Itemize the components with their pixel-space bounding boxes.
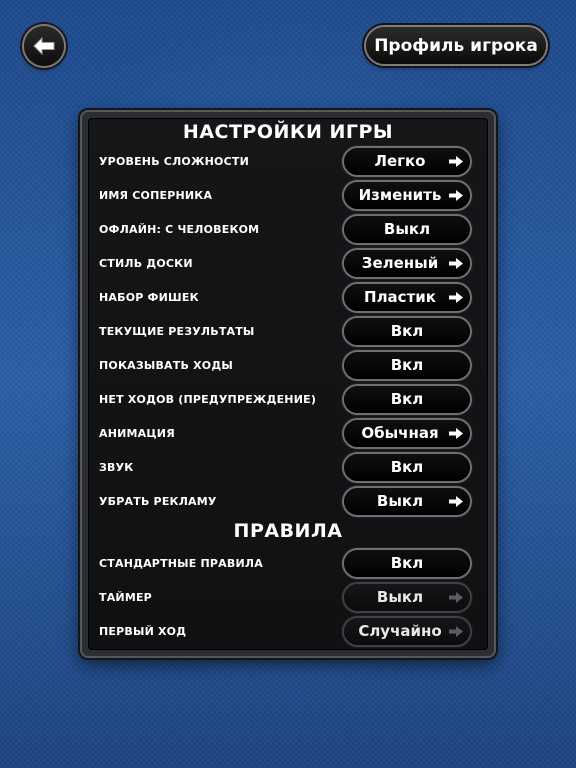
setting-row-board-style: СТИЛЬ ДОСКИ Зеленый	[88, 250, 488, 278]
rule-label: ПЕРВЫЙ ХОД	[99, 625, 187, 638]
arrow-right-icon	[449, 428, 463, 439]
no-moves-warning-toggle[interactable]: Вкл	[344, 386, 470, 413]
setting-label: ПОКАЗЫВАТЬ ХОДЫ	[99, 359, 233, 372]
rule-row-standard: СТАНДАРТНЫЕ ПРАВИЛА Вкл	[88, 550, 488, 578]
setting-value: Вкл	[390, 322, 424, 340]
setting-value: Вкл	[390, 390, 424, 408]
rule-row-timer: ТАЙМЕР Выкл	[88, 584, 488, 612]
rule-row-first-move: ПЕРВЫЙ ХОД Случайно	[88, 618, 488, 646]
setting-value: Выкл	[383, 220, 431, 238]
setting-label: ЗВУК	[99, 461, 134, 474]
opponent-name-button[interactable]: Изменить	[344, 182, 470, 209]
setting-row-piece-set: НАБОР ФИШЕК Пластик	[88, 284, 488, 312]
difficulty-button[interactable]: Легко	[344, 148, 470, 175]
setting-label: АНИМАЦИЯ	[99, 427, 175, 440]
setting-value: Зеленый	[361, 254, 439, 272]
arrow-right-icon	[449, 156, 463, 167]
arrow-right-icon	[449, 258, 463, 269]
setting-value: Изменить	[358, 186, 442, 204]
setting-row-animation: АНИМАЦИЯ Обычная	[88, 420, 488, 448]
setting-row-sound: ЗВУК Вкл	[88, 454, 488, 482]
setting-label: НЕТ ХОДОВ (ПРЕДУПРЕЖДЕНИЕ)	[99, 393, 317, 406]
timer-button[interactable]: Выкл	[344, 584, 470, 611]
setting-row-offline-human: ОФЛАЙН: С ЧЕЛОВЕКОМ Выкл	[88, 216, 488, 244]
rules-title: ПРАВИЛА	[233, 520, 343, 542]
setting-row-opponent-name: ИМЯ СОПЕРНИКА Изменить	[88, 182, 488, 210]
setting-row-no-moves-warning: НЕТ ХОДОВ (ПРЕДУПРЕЖДЕНИЕ) Вкл	[88, 386, 488, 414]
arrow-right-icon	[449, 626, 463, 637]
setting-label: НАБОР ФИШЕК	[99, 291, 199, 304]
arrow-right-icon	[449, 592, 463, 603]
setting-label: ТЕКУЩИЕ РЕЗУЛЬТАТЫ	[99, 325, 255, 338]
first-move-button[interactable]: Случайно	[344, 618, 470, 645]
setting-label: СТИЛЬ ДОСКИ	[99, 257, 193, 270]
setting-row-current-score: ТЕКУЩИЕ РЕЗУЛЬТАТЫ Вкл	[88, 318, 488, 346]
setting-value: Обычная	[361, 424, 439, 442]
setting-value: Легко	[374, 152, 426, 170]
setting-label: ИМЯ СОПЕРНИКА	[99, 189, 213, 202]
rule-value: Выкл	[376, 588, 424, 606]
settings-title: НАСТРОЙКИ ИГРЫ	[182, 121, 394, 143]
arrow-right-icon	[449, 190, 463, 201]
setting-row-remove-ads: УБРАТЬ РЕКЛАМУ Выкл	[88, 488, 488, 516]
rule-label: СТАНДАРТНЫЕ ПРАВИЛА	[99, 557, 263, 570]
standard-rules-toggle[interactable]: Вкл	[344, 550, 470, 577]
setting-row-difficulty: УРОВЕНЬ СЛОЖНОСТИ Легко	[88, 148, 488, 176]
arrow-right-icon	[449, 496, 463, 507]
board-style-button[interactable]: Зеленый	[344, 250, 470, 277]
rule-value: Вкл	[390, 554, 424, 572]
rule-label: ТАЙМЕР	[99, 591, 152, 604]
piece-set-button[interactable]: Пластик	[344, 284, 470, 311]
setting-row-show-moves: ПОКАЗЫВАТЬ ХОДЫ Вкл	[88, 352, 488, 380]
setting-label: ОФЛАЙН: С ЧЕЛОВЕКОМ	[99, 223, 260, 236]
settings-panel: НАСТРОЙКИ ИГРЫ УРОВЕНЬ СЛОЖНОСТИ Легко И…	[80, 110, 496, 658]
setting-value: Пластик	[364, 288, 436, 306]
setting-value: Вкл	[390, 356, 424, 374]
sound-toggle[interactable]: Вкл	[344, 454, 470, 481]
arrow-left-icon	[33, 37, 55, 55]
show-moves-toggle[interactable]: Вкл	[344, 352, 470, 379]
setting-value: Выкл	[376, 492, 424, 510]
rule-value: Случайно	[358, 622, 442, 640]
arrow-right-icon	[449, 292, 463, 303]
back-button[interactable]	[24, 26, 64, 66]
animation-button[interactable]: Обычная	[344, 420, 470, 447]
remove-ads-button[interactable]: Выкл	[344, 488, 470, 515]
setting-label: УРОВЕНЬ СЛОЖНОСТИ	[99, 155, 249, 168]
setting-value: Вкл	[390, 458, 424, 476]
player-profile-button[interactable]: Профиль игрока	[366, 27, 546, 64]
offline-human-toggle[interactable]: Выкл	[344, 216, 470, 243]
settings-panel-inner: НАСТРОЙКИ ИГРЫ УРОВЕНЬ СЛОЖНОСТИ Легко И…	[88, 118, 488, 650]
current-score-toggle[interactable]: Вкл	[344, 318, 470, 345]
setting-label: УБРАТЬ РЕКЛАМУ	[99, 495, 217, 508]
